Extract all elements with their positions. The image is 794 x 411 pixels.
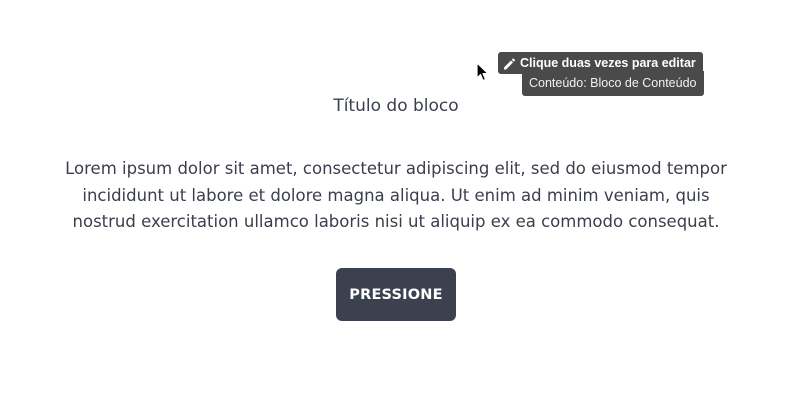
edit-hint-label: Clique duas vezes para editar [520,56,696,70]
block-title[interactable]: Título do bloco [0,95,792,117]
content-type-tooltip: Conteúdo: Bloco de Conteúdo [522,71,704,96]
mouse-pointer-icon [476,62,489,82]
content-type-label: Conteúdo: Bloco de Conteúdo [529,76,697,90]
block-body-text[interactable]: Lorem ipsum dolor sit amet, consectetur … [60,156,732,236]
pencil-icon [504,58,516,70]
press-button[interactable]: PRESSIONE [336,268,456,321]
page: Clique duas vezes para editar Conteúdo: … [0,0,794,411]
